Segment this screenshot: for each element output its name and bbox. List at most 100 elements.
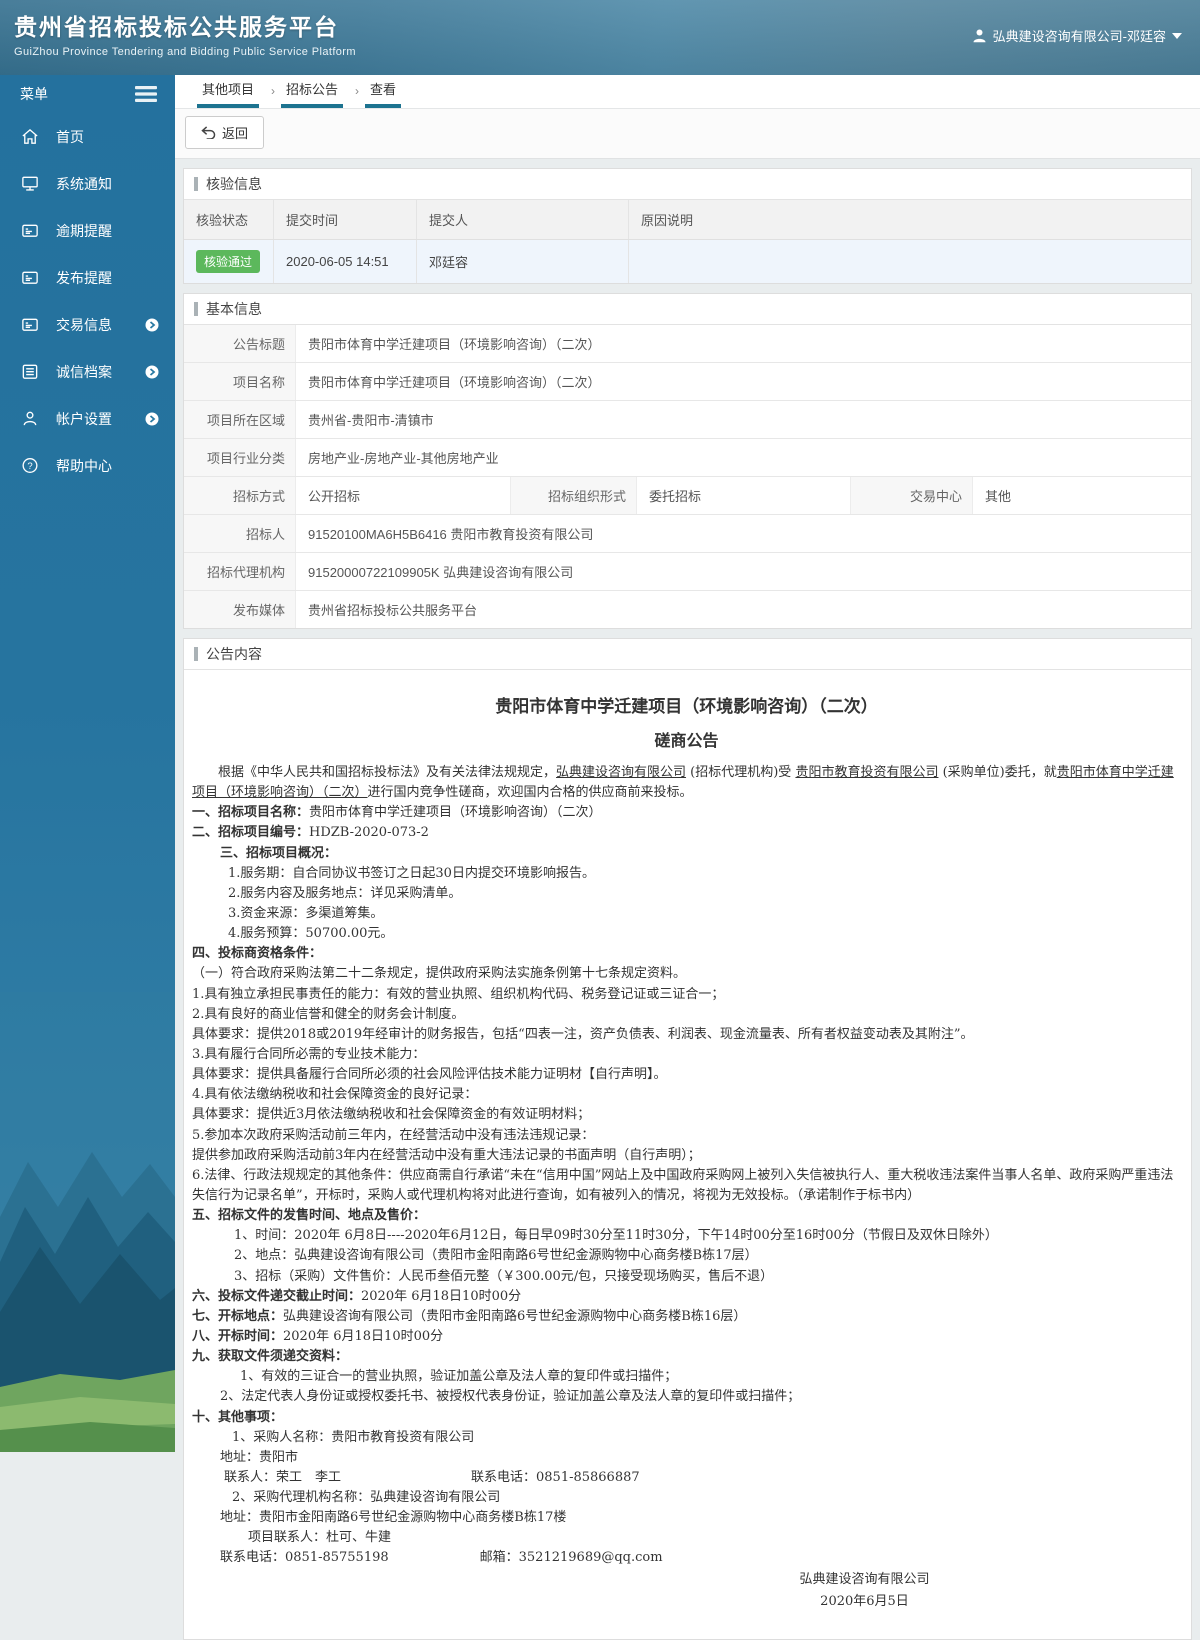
card-icon (20, 315, 42, 335)
field-value: 公开招标 (296, 477, 511, 514)
section-marker (194, 302, 198, 316)
document-line: 十、其他事项： (192, 1409, 284, 1425)
document-title: 贵阳市体育中学迁建项目（环境影响咨询）（二次） (495, 697, 878, 717)
document-body: 根据《中华人民共和国招标投标法》及有关法律法规规定，弘典建设咨询有限公司 (招标… (192, 763, 1181, 1569)
back-label: 返回 (222, 126, 249, 141)
back-button[interactable]: 返回 (185, 116, 265, 149)
mountain-landscape-image (0, 992, 175, 1452)
sidebar-item-3[interactable]: 逾期提醒 (0, 207, 175, 254)
hamburger-icon[interactable] (135, 86, 157, 102)
chevron-right-icon (145, 412, 159, 426)
document-line: 五、招标文件的发售时间、地点及售价： (192, 1208, 427, 1224)
document-line: 3.具有履行合同所必需的专业技术能力： (192, 1046, 426, 1062)
sidebar-item-5[interactable]: 交易信息 (0, 301, 175, 348)
signature-company: 弘典建设咨询有限公司 (799, 1571, 930, 1587)
announcement-panel: 公告内容 贵阳市体育中学迁建项目（环境影响咨询）（二次） 磋商公告 根据《中华人… (183, 638, 1192, 1640)
sidebar-item-4[interactable]: 发布提醒 (0, 254, 175, 301)
home-icon (20, 127, 42, 147)
document-subtitle: 磋商公告 (654, 731, 719, 750)
sidebar-item-label: 首页 (56, 128, 84, 145)
info-row: 公告标题 贵阳市体育中学迁建项目（环境影响咨询）（二次） (184, 325, 1191, 363)
card-icon (20, 268, 42, 288)
table-header-row: 核验状态 提交时间 提交人 原因说明 (184, 200, 1191, 240)
document-line: 6.法律、行政法规规定的其他条件：供应商需自行承诺“未在“信用中国”网站上及中国… (192, 1167, 1174, 1203)
info-row: 发布媒体 贵州省招标投标公共服务平台 (184, 591, 1191, 628)
sidebar-item-6[interactable]: 诚信档案 (0, 348, 175, 395)
document-line: 1.服务期：自合同协议书签订之日起30日内提交环境影响报告。 (228, 865, 595, 881)
help-icon: ? (20, 456, 42, 476)
sidebar-item-label: 逾期提醒 (56, 222, 112, 239)
document-line: 4.具有依法缴纳税收和社会保障资金的良好记录： (192, 1087, 478, 1103)
sidebar-item-label: 帮助中心 (56, 457, 112, 474)
document-line: 2、采购代理机构名称：弘典建设咨询有限公司 (232, 1490, 501, 1506)
main-content: 其他项目 › 招标公告 › 查看 返回 核验信息 核验状态 提交时间 提交人 原因说明 核验通过… (175, 75, 1200, 1640)
basic-info-table: 公告标题 贵阳市体育中学迁建项目（环境影响咨询）（二次） 项目名称 贵阳市体育中学迁建… (184, 325, 1191, 628)
field-label: 项目行业分类 (184, 439, 296, 476)
table-cell-reason (629, 240, 1191, 283)
document-line: 地址：贵阳市金阳南路6号世纪金源购物中心商务楼B栋17楼 (220, 1510, 567, 1526)
back-icon (201, 126, 216, 139)
card-icon (20, 221, 42, 241)
verification-table: 核验状态 提交时间 提交人 原因说明 核验通过 2020-06-05 14:51 邓廷容 (184, 200, 1191, 283)
document-line: 1、有效的三证合一的营业执照，验证加盖公章及法人章的复印件或扫描件； (240, 1369, 678, 1385)
app-header: 贵州省招标投标公共服务平台 GuiZhou Province Tendering… (0, 0, 1200, 75)
field-value: 贵阳市体育中学迁建项目（环境影响咨询）（二次） (308, 375, 601, 390)
field-label: 公告标题 (184, 325, 296, 362)
field-value: 贵州省-贵阳市-清镇市 (308, 413, 434, 428)
info-row: 招标方式 公开招标 招标组织形式 委托招标 交易中心 其他 (184, 477, 1191, 515)
document-line: 具体要求：提供2018或2019年经审计的财务报告，包括“四表一注，资产负债表、… (192, 1026, 974, 1042)
document-line: （一）符合政府采购法第二十二条规定，提供政府采购法实施条例第十七条规定资料。 (192, 966, 687, 982)
document-line: 4.服务预算：50700.00元。 (228, 926, 394, 942)
field-label: 招标方式 (184, 477, 296, 514)
sidebar-item-7[interactable]: 帐户设置 (0, 395, 175, 442)
monitor-icon (20, 174, 42, 194)
status-badge: 核验通过 (196, 250, 261, 273)
user-menu[interactable]: 弘典建设咨询有限公司-邓廷容 (972, 26, 1182, 45)
field-label: 招标人 (184, 515, 296, 552)
section-title: 核验信息 (206, 176, 262, 192)
basic-info-panel: 基本信息 公告标题 贵阳市体育中学迁建项目（环境影响咨询）（二次） 项目名称 贵阳市体… (183, 293, 1192, 629)
document-line: 1.具有独立承担民事责任的能力：有效的营业执照、组织机构代码、税务登记证或三证合… (192, 986, 725, 1002)
field-value: 贵阳市体育中学迁建项目（环境影响咨询）（二次） (308, 337, 601, 352)
column-header: 原因说明 (641, 213, 694, 228)
breadcrumb-item-2[interactable]: 招标公告 (281, 72, 344, 108)
section-title: 公告内容 (206, 646, 262, 662)
field-label: 发布媒体 (184, 591, 296, 628)
info-row: 项目名称 贵阳市体育中学迁建项目（环境影响咨询）（二次） (184, 363, 1191, 401)
document-line: 提供参加政府采购活动前3年内在经营活动中没有重大违法记录的书面声明（自行声明）； (192, 1147, 701, 1163)
sidebar-item-label: 诚信档案 (56, 363, 112, 380)
document-line: 具体要求：提供近3月依法缴纳税收和社会保障资金的有效证明材料； (192, 1107, 591, 1123)
document-line: 5.参加本次政府采购活动前三年内，在经营活动中没有违法违规记录： (192, 1127, 595, 1143)
sidebar-item-2[interactable]: 系统通知 (0, 160, 175, 207)
section-marker (194, 177, 198, 191)
document-line: 项目联系人：杜可、牛建 (248, 1530, 392, 1546)
section-title: 基本信息 (206, 301, 262, 317)
sidebar-item-8[interactable]: ? 帮助中心 (0, 442, 175, 489)
document-line: 三、招标项目概况： (220, 845, 338, 861)
document-line: 地址：贵阳市 (220, 1449, 299, 1465)
document-line: 2.具有良好的商业信誉和健全的财务会计制度。 (192, 1006, 465, 1022)
document-line: 联系电话：0851-85755198 邮箱：3521219689@qq.com (220, 1550, 663, 1566)
info-row: 项目所在区域 贵州省-贵阳市-清镇市 (184, 401, 1191, 439)
list-icon (20, 362, 42, 382)
field-label: 项目所在区域 (184, 401, 296, 438)
breadcrumb-item-3[interactable]: 查看 (365, 72, 402, 108)
document-line: 九、获取文件须递交资料： (192, 1349, 349, 1365)
breadcrumb: 其他项目 › 招标公告 › 查看 (175, 75, 1200, 109)
field-value: 委托招标 (637, 477, 851, 514)
document-line: 具体要求：提供具备履行合同所必须的社会风险评估技术能力证明材【自行声明】。 (192, 1067, 667, 1083)
sidebar-item-1[interactable]: 首页 (0, 113, 175, 160)
table-row: 核验通过 2020-06-05 14:51 邓廷容 (184, 240, 1191, 283)
document-line: 3.资金来源：多渠道筹集。 (228, 905, 384, 921)
field-value: 其他 (985, 489, 1012, 504)
breadcrumb-item-1[interactable]: 其他项目 (197, 72, 260, 108)
chevron-right-icon (145, 318, 159, 332)
document-line: 一、招标项目名称：贵阳市体育中学迁建项目（环境影响咨询）（二次） (192, 805, 602, 821)
chevron-right-icon (145, 365, 159, 379)
column-header: 提交人 (417, 200, 629, 239)
document-line: 3、招标（采购）文件售价：人民币叁佰元整（￥300.00元/包，只接受现场购买，… (234, 1268, 774, 1284)
field-label: 交易中心 (851, 477, 973, 514)
info-row: 招标代理机构 91520000722109905K 弘典建设咨询有限公司 (184, 553, 1191, 591)
document-line: 七、开标地点：弘典建设咨询有限公司（贵阳市金阳南路6号世纪金源购物中心商务楼B栋… (192, 1308, 747, 1324)
sidebar-item-label: 交易信息 (56, 316, 112, 333)
